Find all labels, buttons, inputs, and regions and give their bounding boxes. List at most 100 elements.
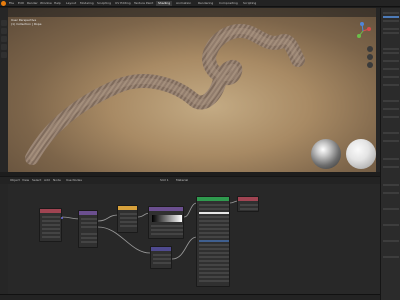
property-row[interactable]	[383, 52, 399, 54]
base-color-swatch[interactable]	[199, 212, 229, 214]
node-field[interactable]	[151, 233, 183, 235]
node-field[interactable]	[120, 217, 137, 219]
property-row[interactable]	[383, 48, 399, 50]
property-row[interactable]	[383, 224, 399, 226]
property-row[interactable]	[383, 116, 399, 118]
gradient-preview	[152, 215, 182, 222]
menu-help[interactable]: Help	[54, 1, 61, 6]
property-row[interactable]	[383, 68, 399, 70]
outliner-row[interactable]	[383, 28, 399, 30]
node-field[interactable]	[199, 216, 229, 218]
tab-scripting[interactable]: Scripting	[243, 1, 256, 6]
node-field[interactable]	[199, 204, 229, 206]
property-row[interactable]	[383, 100, 399, 102]
node-field[interactable]	[199, 224, 229, 226]
menu-render[interactable]: Render	[27, 1, 38, 6]
tab-sculpting[interactable]: Sculpting	[97, 1, 111, 6]
camera-view-icon[interactable]	[367, 62, 373, 68]
node-field[interactable]	[199, 236, 229, 238]
texture-coordinate-node[interactable]	[39, 208, 63, 242]
node-field[interactable]	[81, 237, 97, 239]
property-row[interactable]	[383, 76, 399, 78]
node-field[interactable]	[199, 208, 229, 210]
node-field[interactable]	[199, 256, 229, 258]
node-field[interactable]	[120, 221, 137, 223]
tab-texture-paint[interactable]: Texture Paint	[134, 1, 153, 6]
node-field[interactable]	[120, 213, 137, 215]
navigation-gizmo-icon[interactable]	[354, 22, 372, 40]
blender-logo-icon[interactable]	[1, 1, 6, 6]
node-field[interactable]	[199, 276, 229, 278]
node-field[interactable]	[199, 280, 229, 282]
node-field[interactable]	[81, 233, 97, 235]
property-row[interactable]	[383, 140, 399, 142]
tab-compositing[interactable]: Compositing	[219, 1, 238, 6]
socket-icon[interactable]	[61, 217, 63, 219]
move-tool-icon[interactable]	[1, 36, 7, 42]
outliner-row-selected[interactable]	[383, 16, 399, 18]
gradient-texture-node[interactable]	[148, 206, 184, 239]
color-ramp-node[interactable]	[117, 205, 138, 233]
property-row[interactable]	[383, 256, 399, 258]
rotate-tool-icon[interactable]	[1, 44, 7, 50]
property-row[interactable]	[383, 208, 399, 210]
node-field[interactable]	[81, 241, 97, 243]
select-tool-icon[interactable]	[1, 20, 7, 26]
property-row[interactable]	[383, 166, 399, 168]
tab-rendering[interactable]: Rendering	[198, 1, 213, 6]
node-field[interactable]	[199, 240, 229, 242]
node-field[interactable]	[199, 232, 229, 234]
node-field[interactable]	[120, 225, 137, 227]
mapping-node[interactable]	[78, 210, 98, 248]
outliner-row[interactable]	[383, 32, 399, 34]
node-field[interactable]	[151, 229, 183, 231]
outliner-row[interactable]	[383, 20, 399, 22]
node-field[interactable]	[199, 228, 229, 230]
bump-node[interactable]	[150, 246, 172, 269]
principled-bsdf-node[interactable]	[196, 196, 230, 287]
property-row[interactable]	[383, 158, 399, 160]
scale-tool-icon[interactable]	[1, 52, 7, 58]
node-output-row	[42, 224, 60, 226]
node-field[interactable]	[81, 222, 97, 224]
tab-modeling[interactable]: Modeling	[80, 1, 94, 6]
node-field[interactable]	[153, 258, 171, 260]
property-row[interactable]	[383, 108, 399, 110]
shader-node-editor[interactable]: Object View Select Add Node Use Nodes Sl…	[0, 176, 380, 295]
tab-animation[interactable]: Animation	[176, 1, 191, 6]
property-row[interactable]	[383, 84, 399, 86]
outliner-row[interactable]	[383, 12, 399, 14]
pan-icon[interactable]	[367, 54, 373, 60]
menu-edit[interactable]: Edit	[18, 1, 24, 6]
tab-layout[interactable]: Layout	[66, 1, 76, 6]
menu-file[interactable]: File	[9, 1, 14, 6]
node-field[interactable]	[153, 262, 171, 264]
node-field[interactable]	[199, 248, 229, 250]
zoom-icon[interactable]	[367, 46, 373, 52]
node-field[interactable]	[81, 226, 97, 228]
property-row[interactable]	[383, 60, 399, 62]
node-field[interactable]	[199, 268, 229, 270]
node-field[interactable]	[153, 254, 171, 256]
cursor-tool-icon[interactable]	[1, 28, 7, 34]
status-bar	[0, 294, 380, 300]
node-field[interactable]	[81, 218, 97, 220]
property-row[interactable]	[383, 132, 399, 134]
property-row[interactable]	[383, 192, 399, 194]
node-field[interactable]	[151, 225, 183, 227]
node-field[interactable]	[199, 272, 229, 274]
property-row[interactable]	[383, 240, 399, 242]
menu-window[interactable]: Window	[40, 1, 52, 6]
node-field[interactable]	[199, 252, 229, 254]
tab-shading[interactable]: Shading	[156, 1, 173, 6]
3d-viewport[interactable]: User Perspective (1) Collection | Rope	[8, 8, 376, 172]
node-field[interactable]	[199, 220, 229, 222]
tab-uv-editing[interactable]: UV Editing	[115, 1, 131, 6]
node-field[interactable]	[240, 208, 258, 210]
node-field[interactable]	[199, 260, 229, 262]
material-output-node[interactable]	[237, 196, 259, 212]
property-row[interactable]	[383, 184, 399, 186]
node-field[interactable]	[240, 204, 258, 206]
node-field[interactable]	[199, 264, 229, 266]
node-field[interactable]	[199, 244, 229, 246]
